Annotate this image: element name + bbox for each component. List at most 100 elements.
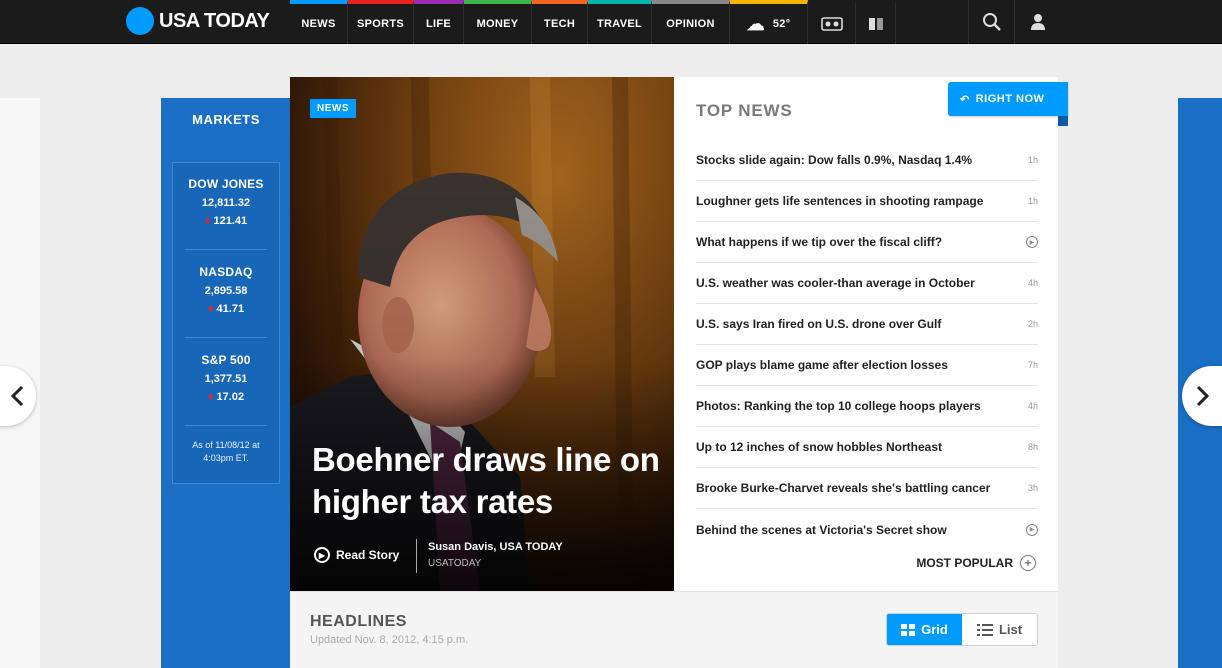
read-story-button[interactable]: ▶ Read Story [314, 547, 399, 563]
market-change: ♦ 41.71 [173, 303, 279, 315]
nav-life[interactable]: LIFE [414, 0, 464, 44]
top-news-title: TOP NEWS [696, 101, 793, 120]
user-button[interactable] [1014, 0, 1060, 44]
top-news-item-title: What happens if we tip over the fiscal c… [696, 235, 943, 249]
nav-sports[interactable]: SPORTS [348, 0, 414, 44]
source-label: USATODAY [428, 558, 482, 569]
markets-box[interactable]: DOW JONES 12,811.32 ♦ 121.41 NASDAQ 2,895… [172, 162, 280, 484]
top-news-item[interactable]: Stocks slide again: Dow falls 0.9%, Nasd… [696, 140, 1038, 181]
top-news-item-title: Loughner gets life sentences in shooting… [696, 194, 984, 208]
headlines-updated: Updated Nov. 8, 2012, 4:15 p.m. [310, 634, 469, 646]
markets-title: MARKETS [192, 112, 260, 127]
top-nav-bar: USA TODAY NEWS SPORTS LIFE MONEY TECH TR… [0, 0, 1222, 44]
down-arrow-icon: ♦ [207, 303, 214, 315]
top-news-item[interactable]: U.S. weather was cooler-than average in … [696, 263, 1038, 304]
video-play-icon: ▶ [1026, 236, 1038, 248]
down-arrow-icon: ♦ [204, 215, 211, 227]
top-news-item-time: 4h [1027, 401, 1038, 411]
nav-tech[interactable]: TECH [532, 0, 588, 44]
market-item-nasdaq[interactable]: NASDAQ 2,895.58 ♦ 41.71 [173, 265, 279, 315]
top-news-item-time: 1h [1027, 155, 1038, 165]
top-news-item-time: 8h [1027, 442, 1038, 452]
right-now-label: RIGHT NOW [975, 93, 1045, 105]
markets-timestamp-line2: 4:03pm ET. [203, 453, 249, 463]
list-view-button[interactable]: List [962, 614, 1037, 645]
top-news-item[interactable]: Photos: Ranking the top 10 college hoops… [696, 386, 1038, 427]
top-news-item-title: Behind the scenes at Victoria's Secret s… [696, 522, 947, 537]
top-news-panel: TOP NEWS Stocks slide again: Dow falls 0… [674, 77, 1058, 591]
market-item-dow[interactable]: DOW JONES 12,811.32 ♦ 121.41 [173, 177, 279, 227]
nav-edition[interactable] [856, 0, 896, 44]
site-logo[interactable]: USA TODAY [126, 7, 270, 35]
top-news-item[interactable]: Up to 12 inches of snow hobbles Northeas… [696, 427, 1038, 468]
top-news-item-title: Up to 12 inches of snow hobbles Northeas… [696, 440, 943, 454]
nav-news[interactable]: NEWS [290, 0, 348, 44]
list-icon [976, 623, 993, 636]
ribbon-fold [1058, 116, 1068, 126]
top-news-item-time: 7h [1027, 360, 1038, 370]
top-news-item[interactable]: Behind the scenes at Victoria's Secret s… [696, 509, 1038, 550]
user-icon [1030, 14, 1045, 30]
top-news-item-title: U.S. weather was cooler-than average in … [696, 276, 975, 290]
top-news-item-time: 1h [1027, 196, 1038, 206]
plus-circle-icon: + [1020, 555, 1036, 571]
author-byline: Susan Davis, USA TODAY [428, 541, 563, 553]
logo-dot-icon [126, 7, 154, 35]
most-popular-label: MOST POPULAR [916, 556, 1013, 570]
market-change: ♦ 17.02 [173, 391, 279, 403]
hero-story[interactable]: NEWS Boehner draws line on higher tax ra… [290, 77, 674, 591]
hero-headline[interactable]: Boehner draws line on higher tax rates [312, 439, 662, 523]
top-news-item-title: U.S. says Iran fired on U.S. drone over … [696, 317, 942, 331]
market-item-sp500[interactable]: S&P 500 1,377.51 ♦ 17.02 [173, 353, 279, 403]
grid-view-label: Grid [921, 622, 948, 637]
nav-money[interactable]: MONEY [464, 0, 532, 44]
headlines-section: HEADLINES Updated Nov. 8, 2012, 4:15 p.m… [290, 591, 1058, 668]
top-news-item[interactable]: Brooke Burke-Charvet reveals she's battl… [696, 468, 1038, 509]
nav-opinion[interactable]: OPINION [652, 0, 730, 44]
weather-temp: 52° [772, 18, 791, 30]
most-popular-button[interactable]: MOST POPULAR + [916, 555, 1036, 571]
market-change-value: 17.02 [216, 391, 245, 403]
markets-timestamp-line1: As of 11/08/12 at [192, 440, 260, 450]
video-play-icon: ▶ [1026, 523, 1038, 536]
nav-weather[interactable]: ☁ 52° [730, 0, 808, 44]
top-news-item-time: 3h [1027, 483, 1038, 493]
market-change-value: 41.71 [216, 303, 245, 315]
right-now-button[interactable]: ↶ RIGHT NOW [948, 82, 1068, 116]
market-divider [185, 337, 267, 338]
top-news-item-time: 2h [1027, 319, 1038, 329]
top-news-item[interactable]: What happens if we tip over the fiscal c… [696, 222, 1038, 263]
media-icon [820, 17, 843, 31]
grid-icon [901, 623, 916, 636]
top-news-item[interactable]: U.S. says Iran fired on U.S. drone over … [696, 304, 1038, 345]
markets-timestamp: As of 11/08/12 at 4:03pm ET. [173, 439, 279, 465]
market-name: NASDAQ [199, 265, 253, 279]
top-news-item-title: Brooke Burke-Charvet reveals she's battl… [696, 481, 991, 495]
top-news-item-title: Stocks slide again: Dow falls 0.9%, Nasd… [696, 153, 973, 167]
market-value: 1,377.51 [204, 373, 248, 385]
logo-text: USA TODAY [159, 9, 270, 32]
down-arrow-icon: ♦ [207, 391, 214, 403]
play-circle-icon: ▶ [314, 547, 330, 563]
top-news-item[interactable]: GOP plays blame game after election loss… [696, 345, 1038, 386]
read-story-label: Read Story [336, 548, 400, 562]
section-nav: NEWS SPORTS LIFE MONEY TECH TRAVEL OPINI… [290, 0, 896, 44]
category-tag[interactable]: NEWS [310, 99, 356, 118]
nav-travel[interactable]: TRAVEL [588, 0, 652, 44]
market-change: ♦ 121.41 [173, 215, 279, 227]
headlines-title: HEADLINES [310, 613, 407, 630]
search-icon [982, 13, 1001, 31]
market-divider [185, 249, 267, 250]
view-toggle: Grid List [886, 613, 1038, 646]
top-news-item[interactable]: Loughner gets life sentences in shooting… [696, 181, 1038, 222]
market-value: 12,811.32 [201, 197, 251, 209]
market-value: 2,895.58 [204, 285, 248, 297]
top-news-item-time: 4h [1027, 278, 1038, 288]
top-news-list: Stocks slide again: Dow falls 0.9%, Nasd… [696, 140, 1038, 550]
market-change-value: 121.41 [213, 215, 248, 227]
search-button[interactable] [968, 0, 1014, 44]
nav-media[interactable] [808, 0, 856, 44]
grid-view-button[interactable]: Grid [887, 614, 962, 645]
chevron-right-icon [1196, 385, 1210, 407]
back-arrow-icon: ↶ [960, 93, 970, 106]
